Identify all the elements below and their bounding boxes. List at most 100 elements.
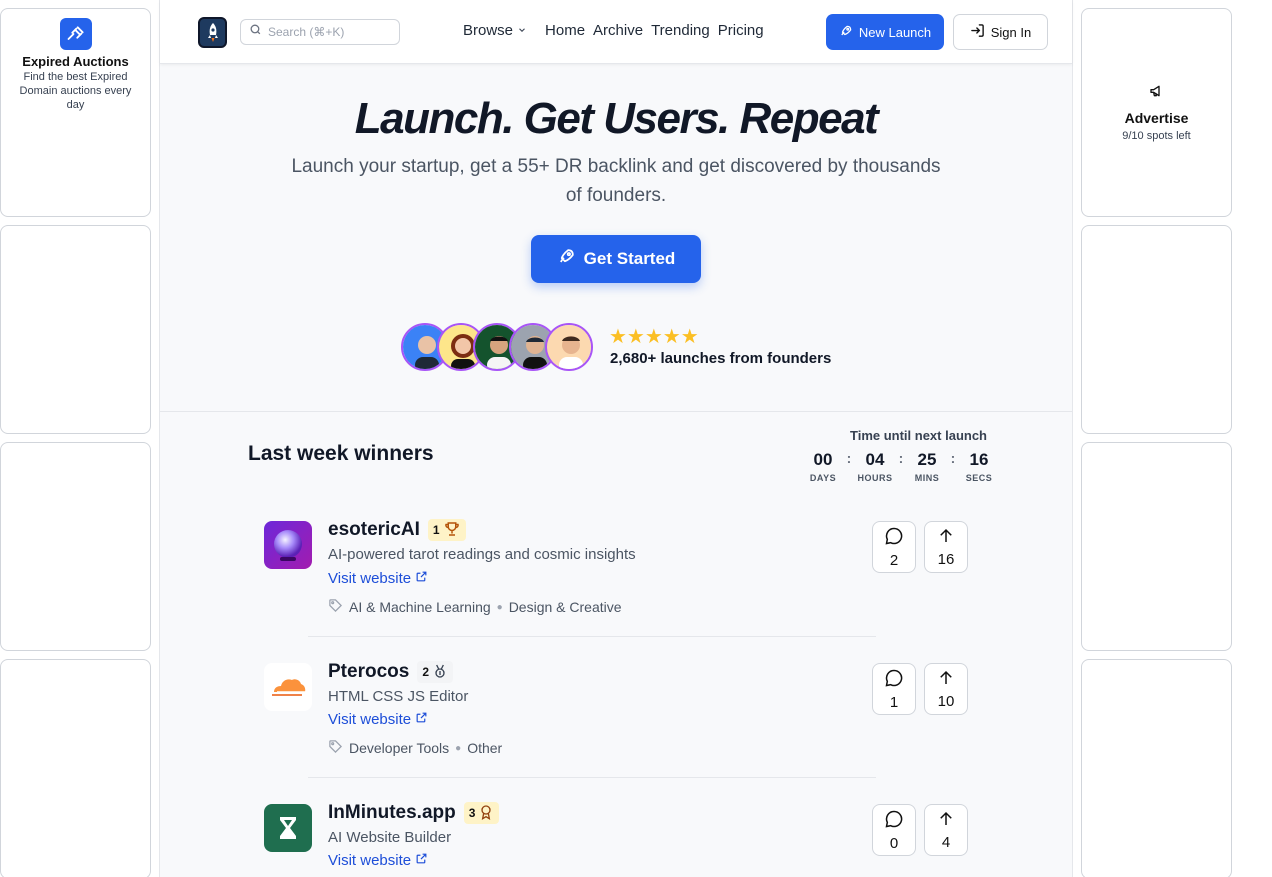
tag[interactable]: Other xyxy=(467,740,502,756)
hourglass-icon[interactable] xyxy=(264,804,312,852)
countdown-secs: 16 SECS xyxy=(964,450,994,483)
product-name[interactable]: Pterocos xyxy=(328,661,409,683)
countdown-unit-label: HOURS xyxy=(857,473,893,483)
comment-button[interactable]: 1 xyxy=(872,663,916,715)
countdown-unit-label: MINS xyxy=(914,473,940,483)
countdown-value: 00 xyxy=(813,450,833,469)
countdown-timer: 00 DAYS : 04 HOURS : 25 MINS : 16 SECS xyxy=(808,450,994,483)
product-name[interactable]: InMinutes.app xyxy=(328,802,456,824)
countdown-days: 00 DAYS xyxy=(808,450,838,483)
crystal-ball-icon[interactable] xyxy=(264,521,312,569)
product-divider xyxy=(308,777,876,778)
upvote-button[interactable]: 4 xyxy=(924,804,968,856)
search-input[interactable] xyxy=(268,25,388,39)
arrow-up-icon xyxy=(937,810,955,832)
tag-icon xyxy=(328,598,343,616)
product-tags: AI & Machine Learning ● Design & Creativ… xyxy=(328,598,622,616)
visit-website-link[interactable]: Visit website xyxy=(328,852,428,869)
ad-slot-empty[interactable] xyxy=(0,659,151,877)
launch-count: 2,680+ launches from founders xyxy=(610,350,832,367)
ad-slot-empty[interactable] xyxy=(1081,659,1232,877)
ad-slot-expired-auctions[interactable]: Expired Auctions Find the best Expired D… xyxy=(0,8,151,217)
site-header: Browse Home Archive Trending Pricing New… xyxy=(160,0,1072,64)
countdown-separator: : xyxy=(898,450,904,466)
nav-browse[interactable]: Browse xyxy=(463,22,527,39)
countdown-value: 04 xyxy=(865,450,885,469)
product-tags: Developer Tools ● Other xyxy=(328,739,502,757)
nav-trending[interactable]: Trending xyxy=(651,22,710,39)
spots-left: 9/10 spots left xyxy=(1122,130,1191,142)
nav-browse-label: Browse xyxy=(463,22,514,39)
product-name[interactable]: esotericAI xyxy=(328,519,420,541)
search-box[interactable] xyxy=(240,19,400,45)
tag[interactable]: AI & Machine Learning xyxy=(349,599,491,615)
product-description: HTML CSS JS Editor xyxy=(328,688,469,705)
visit-website-link[interactable]: Visit website xyxy=(328,570,428,587)
rank-number: 1 xyxy=(432,523,440,537)
comment-icon xyxy=(884,668,904,692)
ad-slot-empty[interactable] xyxy=(0,442,151,651)
comment-icon xyxy=(884,809,904,833)
ad-slot-empty[interactable] xyxy=(0,225,151,434)
winners-heading: Last week winners xyxy=(248,442,434,465)
upvote-count: 4 xyxy=(941,833,951,851)
cloud-logo-icon[interactable] xyxy=(264,663,312,711)
visit-website-link[interactable]: Visit website xyxy=(328,711,428,728)
tag[interactable]: Design & Creative xyxy=(509,599,622,615)
medal-icon xyxy=(432,663,448,682)
nav-pricing[interactable]: Pricing xyxy=(718,22,764,39)
award-icon xyxy=(478,804,494,823)
sign-in-button[interactable]: Sign In xyxy=(953,14,1048,50)
product-name-row: InMinutes.app 3 xyxy=(328,802,500,824)
avatar xyxy=(545,323,593,371)
comment-icon xyxy=(884,526,904,550)
rank-number: 2 xyxy=(422,665,429,679)
comment-count: 0 xyxy=(889,834,899,852)
ad-description: Find the best Expired Domain auctions ev… xyxy=(19,71,132,111)
product-name-row: esotericAI 1 xyxy=(328,519,466,541)
countdown-label: Time until next launch xyxy=(850,428,988,443)
ad-slot-empty[interactable] xyxy=(1081,442,1232,651)
product-card: InMinutes.app 3 AI Website Builder Visit… xyxy=(264,802,984,877)
countdown-separator: : xyxy=(846,450,852,466)
upvote-button[interactable]: 10 xyxy=(924,663,968,715)
megaphone-icon xyxy=(1149,83,1165,104)
nav-archive[interactable]: Archive xyxy=(593,22,643,39)
nav-home[interactable]: Home xyxy=(545,22,585,39)
new-launch-button[interactable]: New Launch xyxy=(826,14,944,50)
founder-avatars xyxy=(401,323,593,371)
arrow-up-icon xyxy=(937,669,955,691)
chevron-down-icon xyxy=(517,22,527,39)
ad-slot-empty[interactable] xyxy=(1081,225,1232,434)
tag[interactable]: Developer Tools xyxy=(349,740,449,756)
visit-website-label: Visit website xyxy=(328,711,412,728)
rocket-logo-icon[interactable] xyxy=(198,17,227,48)
rank-badge: 3 xyxy=(463,802,500,824)
product-description: AI Website Builder xyxy=(328,829,452,846)
product-description: AI-powered tarot readings and cosmic ins… xyxy=(328,546,636,563)
ad-slot-advertise[interactable]: Advertise 9/10 spots left xyxy=(1081,8,1232,217)
new-launch-label: New Launch xyxy=(858,24,932,40)
search-icon xyxy=(249,23,262,41)
rating-stars: ★★★★★ xyxy=(609,326,699,348)
countdown-value: 25 xyxy=(917,450,937,469)
main-nav: Browse Home Archive Trending Pricing xyxy=(463,22,764,39)
trophy-icon xyxy=(443,520,461,541)
product-card: Pterocos 2 HTML CSS JS Editor Visit webs… xyxy=(264,661,984,773)
rank-number: 3 xyxy=(468,806,476,820)
upvote-button[interactable]: 16 xyxy=(924,521,968,573)
hero-title: Launch. Get Users. Repeat xyxy=(354,94,879,143)
rocket-icon xyxy=(839,24,853,41)
comment-button[interactable]: 2 xyxy=(872,521,916,573)
tag-separator: ● xyxy=(496,601,503,613)
get-started-button[interactable]: Get Started xyxy=(531,235,701,283)
countdown-value: 16 xyxy=(969,450,989,469)
hero-subtitle: Launch your startup, get a 55+ DR backli… xyxy=(291,156,941,206)
rank-badge: 2 xyxy=(417,661,453,683)
section-divider xyxy=(160,411,1072,412)
external-link-icon xyxy=(415,852,428,869)
product-name-row: Pterocos 2 xyxy=(328,661,453,683)
comment-button[interactable]: 0 xyxy=(872,804,916,856)
product-card: esotericAI 1 AI-powered tarot readings a… xyxy=(264,519,984,631)
comment-count: 2 xyxy=(889,551,899,569)
